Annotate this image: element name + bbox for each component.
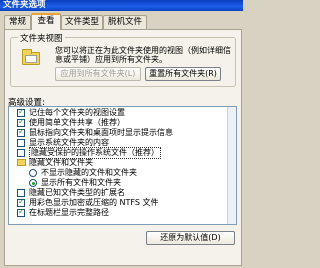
tab-offline-files-label: 脱机文件 — [107, 17, 142, 27]
folder-views-description: 您可以将正在为此文件夹使用的视图（例如详细信息或平铺）应用到所有文件夹。 — [55, 46, 231, 64]
checkbox[interactable] — [17, 189, 25, 197]
checkbox[interactable] — [17, 117, 25, 127]
folder-icon — [17, 159, 26, 166]
folder-page-icon — [25, 55, 37, 63]
tab-view[interactable]: 查看 — [31, 13, 61, 30]
list-item-label: 不显示隐藏的文件和文件夹 — [41, 168, 137, 177]
list-item-label: 鼠标指向文件夹和桌面项时显示提示信息 — [29, 128, 173, 137]
list-item-label: 使用简单文件共享（推荐） — [29, 118, 125, 127]
checkbox[interactable] — [17, 197, 25, 207]
list-item-label: 用彩色显示加密或压缩的 NTFS 文件 — [29, 198, 159, 207]
checkbox[interactable] — [17, 127, 25, 137]
tab-view-label: 查看 — [37, 16, 55, 26]
reset-all-folders-button[interactable]: 重置所有文件夹(R) — [145, 67, 221, 81]
radio-button[interactable] — [29, 169, 37, 177]
checkbox[interactable] — [17, 139, 25, 147]
tab-file-types-label: 文件类型 — [64, 17, 99, 27]
tab-offline-files[interactable]: 脱机文件 — [103, 15, 147, 29]
window-title: 文件夹选项 — [3, 0, 46, 10]
folder-views-label: 文件夹视图 — [18, 32, 65, 44]
list-item-label: 在标题栏显示完整路径 — [29, 208, 109, 217]
radio-button[interactable] — [29, 179, 37, 187]
restore-defaults-label: 还原为默认值(D) — [160, 233, 221, 242]
checkbox[interactable] — [17, 107, 25, 117]
list-item-label: 记住每个文件夹的视图设置 — [29, 108, 125, 117]
apply-to-all-folders-button[interactable]: 应用到所有文件夹(L) — [55, 67, 141, 81]
checkbox[interactable] — [17, 207, 25, 217]
checkbox[interactable] — [17, 149, 25, 157]
apply-to-all-folders-label: 应用到所有文件夹(L) — [60, 69, 136, 78]
list-scrollbar[interactable] — [227, 107, 236, 224]
list-item-label: 隐藏已知文件类型的扩展名 — [29, 188, 125, 197]
list-item-label: 隐藏文件和文件夹 — [29, 158, 93, 167]
list-item-label: 显示所有文件和文件夹 — [41, 178, 121, 187]
tab-general[interactable]: 常规 — [4, 15, 31, 29]
reset-all-folders-label: 重置所有文件夹(R) — [149, 69, 217, 78]
advanced-settings-list[interactable]: 记住每个文件夹的视图设置 使用简单文件共享（推荐） 鼠标指向文件夹和桌面项时显示… — [8, 106, 237, 225]
restore-defaults-button[interactable]: 还原为默认值(D) — [146, 231, 235, 245]
tab-general-label: 常规 — [8, 17, 26, 27]
tab-file-types[interactable]: 文件类型 — [61, 15, 103, 29]
title-bar: 文件夹选项 — [0, 0, 243, 11]
